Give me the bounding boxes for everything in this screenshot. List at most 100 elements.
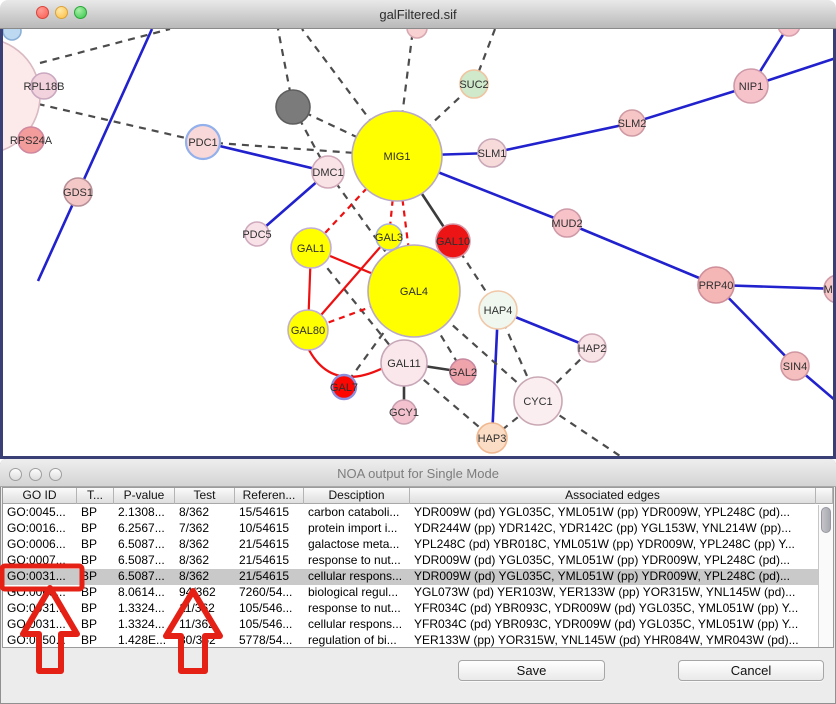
node-label-GAL10: GAL10 [436, 236, 470, 248]
cell-description: regulation of bi... [304, 633, 410, 649]
cell-go_id: GO:0031... [3, 569, 77, 585]
node-label-HAP4: HAP4 [484, 305, 513, 317]
cell-go_id: GO:0031... [3, 617, 77, 633]
column-header-reference[interactable]: Referen... [235, 488, 304, 504]
cell-edges: YDR009W (pd) YGL035C, YML051W (pp) YDR00… [410, 505, 816, 521]
cell-edges: YPL248C (pd) YBR018C, YML051W (pp) YDR00… [410, 537, 816, 553]
cell-test: 80/362 [175, 633, 235, 649]
cell-type: BP [77, 553, 114, 569]
node-label-SLM1: SLM1 [478, 148, 507, 160]
network-edge [632, 86, 751, 123]
column-header-p_value[interactable]: P-value [114, 488, 175, 504]
cell-reference: 21/54615 [235, 537, 304, 553]
cell-test: 11/362 [175, 601, 235, 617]
cell-go_id: GO:0031... [3, 601, 77, 617]
cell-description: cellular respons... [304, 617, 410, 633]
cell-go_id: GO:0007... [3, 553, 77, 569]
network-edge [203, 142, 328, 172]
node-partial-pink-node-1[interactable] [407, 29, 427, 38]
cell-test: 8/362 [175, 553, 235, 569]
node-label-GDS1: GDS1 [63, 187, 93, 199]
cell-description: galactose meta... [304, 537, 410, 553]
node-label-MUD2: MUD2 [551, 218, 582, 230]
node-label-PDC1: PDC1 [188, 137, 217, 149]
column-header-edges[interactable]: Associated edges [410, 488, 816, 504]
cell-type: BP [77, 505, 114, 521]
node-label-GAL1: GAL1 [297, 243, 325, 255]
cell-test: 8/362 [175, 505, 235, 521]
cell-description: response to nut... [304, 553, 410, 569]
cell-go_id: GO:0065... [3, 585, 77, 601]
cell-reference: 105/546... [235, 617, 304, 633]
network-window-title: galFiltered.sif [0, 7, 836, 22]
network-edge [492, 123, 632, 153]
cell-p_value: 2.1308... [114, 505, 175, 521]
node-label-RPL18B: RPL18B [24, 81, 65, 93]
cell-reference: 21/54615 [235, 553, 304, 569]
cell-p_value: 6.2567... [114, 521, 175, 537]
cell-description: cellular respons... [304, 569, 410, 585]
column-header-go_id[interactable]: GO ID [3, 488, 77, 504]
cell-type: BP [77, 585, 114, 601]
network-edge [567, 223, 716, 285]
node-label-PDC5: PDC5 [242, 229, 271, 241]
table-row[interactable]: GO:0045...BP2.1308...8/36215/54615carbon… [3, 505, 818, 521]
node-label-HAP3: HAP3 [478, 433, 507, 445]
node-label-PRP40: PRP40 [699, 280, 734, 292]
cell-test: 94/362 [175, 585, 235, 601]
cell-type: BP [77, 537, 114, 553]
node-label-CYC1: CYC1 [523, 396, 552, 408]
table-row[interactable]: GO:0016...BP6.2567...7/36210/54615protei… [3, 521, 818, 537]
node-label-MSL1: MSL1 [824, 284, 833, 296]
node-label-HAP2: HAP2 [578, 343, 607, 355]
node-gray-node[interactable] [276, 90, 310, 124]
node-label-GCY1: GCY1 [389, 407, 419, 419]
network-window-titlebar: galFiltered.sif [0, 0, 836, 29]
node-label-MIG1: MIG1 [384, 151, 411, 163]
table-row[interactable]: GO:0006...BP6.5087...8/36221/54615galact… [3, 537, 818, 553]
node-label-GAL7: GAL7 [330, 382, 358, 394]
table-row[interactable]: GO:0065...BP8.0614...94/3627260/54...bio… [3, 585, 818, 601]
cell-test: 7/362 [175, 521, 235, 537]
table-row[interactable]: GO:0031...BP6.5087...8/36221/54615cellul… [3, 569, 818, 585]
cell-p_value: 1.3324... [114, 617, 175, 633]
cell-go_id: GO:0045... [3, 505, 77, 521]
node-label-SLM2: SLM2 [618, 118, 647, 130]
cell-go_id: GO:0006... [3, 537, 77, 553]
cell-reference: 15/54615 [235, 505, 304, 521]
save-button[interactable]: Save [458, 660, 605, 681]
cell-p_value: 6.5087... [114, 537, 175, 553]
network-edge [38, 29, 152, 281]
column-header-description[interactable]: Desciption [304, 488, 410, 504]
node-label-DMC1: DMC1 [312, 167, 343, 179]
cell-edges: YDR009W (pd) YGL035C, YML051W (pp) YDR00… [410, 553, 816, 569]
cell-test: 8/362 [175, 537, 235, 553]
table-row[interactable]: GO:0031...BP1.3324...11/362105/546...res… [3, 601, 818, 617]
node-label-RPS24A: RPS24A [10, 135, 53, 147]
table-row[interactable]: GO:0050...BP1.428E...80/3625778/54...reg… [3, 633, 818, 649]
cell-reference: 21/54615 [235, 569, 304, 585]
cell-edges: YER133W (pp) YOR315W, YNL145W (pd) YHR08… [410, 633, 816, 649]
cell-type: BP [77, 633, 114, 649]
vertical-scrollbar[interactable] [818, 505, 833, 647]
cell-go_id: GO:0016... [3, 521, 77, 537]
table-row[interactable]: GO:0031...BP1.3324...11/362105/546...cel… [3, 617, 818, 633]
node-label-NIP1: NIP1 [739, 81, 763, 93]
cell-p_value: 6.5087... [114, 553, 175, 569]
cell-reference: 105/546... [235, 601, 304, 617]
column-header-test[interactable]: Test [175, 488, 235, 504]
cell-test: 11/362 [175, 617, 235, 633]
cell-reference: 7260/54... [235, 585, 304, 601]
cell-p_value: 6.5087... [114, 569, 175, 585]
column-header-type[interactable]: T... [77, 488, 114, 504]
noa-window-title: NOA output for Single Mode [0, 466, 836, 481]
cell-p_value: 1.3324... [114, 601, 175, 617]
scrollbar-thumb[interactable] [821, 507, 831, 533]
cell-edges: YDR244W (pp) YDR142C, YDR142C (pp) YGL15… [410, 521, 816, 537]
network-canvas[interactable]: RPL18BRPS24AGDS1PDC1MIG1SUC2SLM1DMC1SLM2… [0, 29, 836, 459]
node-partial-blue-node[interactable] [3, 29, 21, 40]
cancel-button[interactable]: Cancel [678, 660, 824, 681]
cell-type: BP [77, 617, 114, 633]
column-header-stub[interactable] [816, 488, 833, 504]
table-row[interactable]: GO:0007...BP6.5087...8/36221/54615respon… [3, 553, 818, 569]
